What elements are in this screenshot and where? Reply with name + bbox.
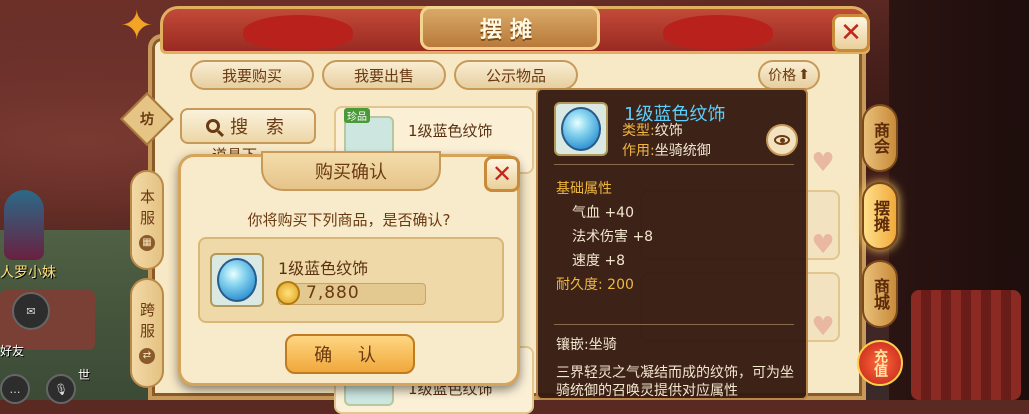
inlay-info: 镶嵌:坐骑 <box>556 337 617 353</box>
side-tab-local-server[interactable]: 本服 ▦ <box>130 170 164 270</box>
tab-sell[interactable]: 我要出售 <box>322 60 446 90</box>
menu-label: 商城 <box>871 278 890 310</box>
tab-public-items[interactable]: 公示物品 <box>454 60 578 90</box>
npc-character[interactable] <box>4 190 44 260</box>
coin-icon <box>276 281 300 305</box>
attr-value: +8 <box>632 229 654 245</box>
menu-chamber-of-commerce[interactable]: 商会 <box>862 104 898 172</box>
confirm-button[interactable]: 确 认 <box>285 334 415 374</box>
base-attributes-heading: 基础属性 <box>556 181 612 197</box>
sort-label: 价格 <box>768 68 797 84</box>
mail-icon[interactable]: ✉ <box>12 292 50 330</box>
preview-eye-button[interactable] <box>766 124 798 156</box>
item-description: 三界轻灵之气凝结而成的纹饰，可为坐骑统御的召唤灵提供对应属性 <box>556 365 794 399</box>
tab-buy[interactable]: 我要购买 <box>190 60 314 90</box>
rare-tag: 珍品 <box>344 108 370 123</box>
menu-label: 摆摊 <box>871 200 890 232</box>
attr-name: 速度 <box>572 253 600 269</box>
tooltip-type: 类型:纹饰 <box>622 120 683 140</box>
sort-by-price-button[interactable]: 价格 ⬆ <box>758 60 820 90</box>
grid-icon: ▦ <box>139 235 155 251</box>
attr-name: 气血 <box>572 205 600 221</box>
attr-name: 法术伤害 <box>572 229 628 245</box>
use-label: 作用: <box>622 143 655 159</box>
item-tooltip: 1级蓝色纹饰 类型:纹饰 作用:坐骑统御 基础属性 气血 +40 法术伤害 +8… <box>536 88 808 400</box>
tooltip-item-icon <box>554 102 608 156</box>
divider <box>554 324 794 325</box>
ribbon-decoration-right <box>663 15 773 49</box>
attr-row: 气血 +40 <box>572 202 634 222</box>
purchase-confirm-dialog: 购买确认 ✕ 你将购买下列商品，是否确认? 1级蓝色纹饰 7,880 确 认 <box>178 151 520 386</box>
sort-arrow-icon: ⬆ <box>798 67 810 83</box>
chat-channel-label: 世 <box>78 368 91 382</box>
menu-recharge[interactable]: 充值 <box>857 340 903 386</box>
search-icon <box>206 119 221 133</box>
npc-name-label: 人罗小妹 <box>0 265 56 281</box>
attr-value: +8 <box>604 253 626 269</box>
divider <box>554 164 794 165</box>
ribbon-decoration-left <box>243 15 353 49</box>
panel-title-text: 摆摊 <box>479 18 540 43</box>
side-tab-cross-label: 跨服 <box>138 302 156 344</box>
dialog-item-price: 7,880 <box>306 283 360 303</box>
shop-badge-text: 坊 <box>140 112 154 128</box>
panel-title: 摆摊 <box>420 6 600 50</box>
dialog-close-button[interactable]: ✕ <box>484 156 520 192</box>
search-label: 搜 索 <box>230 117 290 138</box>
list-item-name: 1级蓝色纹饰 <box>408 122 493 140</box>
orb-icon <box>217 258 257 302</box>
search-button[interactable]: 搜 索 <box>180 108 316 144</box>
maple-leaf-decoration: ✦ <box>120 3 154 49</box>
side-tab-local-label: 本服 <box>138 189 156 231</box>
close-panel-button[interactable]: ✕ <box>832 14 870 52</box>
heart-icon[interactable]: ♥ <box>806 230 840 260</box>
menu-label: 充值 <box>872 349 888 377</box>
durability: 耐久度: 200 <box>556 277 634 293</box>
use-value: 坐骑统御 <box>654 143 711 159</box>
close-icon: ✕ <box>840 18 862 48</box>
attr-row: 速度 +8 <box>572 250 625 270</box>
close-icon: ✕ <box>491 160 513 188</box>
tooltip-use: 作用:坐骑统御 <box>622 140 711 160</box>
dialog-item-card: 1级蓝色纹饰 7,880 <box>198 237 504 323</box>
dialog-title-text: 购买确认 <box>315 162 387 183</box>
eye-icon <box>774 135 790 145</box>
menu-mall[interactable]: 商城 <box>862 260 898 328</box>
type-label: 类型: <box>622 123 655 139</box>
attr-value: +40 <box>604 205 634 221</box>
heart-icon[interactable]: ♥ <box>806 148 840 178</box>
orb-icon <box>561 107 601 151</box>
side-tab-cross-server[interactable]: 跨服 ⇄ <box>130 278 164 388</box>
heart-icon[interactable]: ♥ <box>806 312 840 342</box>
swap-icon: ⇄ <box>139 348 155 364</box>
attr-row: 法术伤害 +8 <box>572 226 653 246</box>
friend-label: 好友 <box>0 344 25 358</box>
item-icon-frame[interactable] <box>210 253 264 307</box>
dialog-item-name: 1级蓝色纹饰 <box>278 259 369 278</box>
dialog-title: 购买确认 <box>261 151 441 191</box>
dialog-question: 你将购买下列商品，是否确认? <box>247 211 451 229</box>
menu-label: 商会 <box>871 122 890 154</box>
menu-stall[interactable]: 摆摊 <box>862 182 898 250</box>
type-value: 纹饰 <box>654 123 683 139</box>
red-lantern-decoration <box>911 290 1021 400</box>
